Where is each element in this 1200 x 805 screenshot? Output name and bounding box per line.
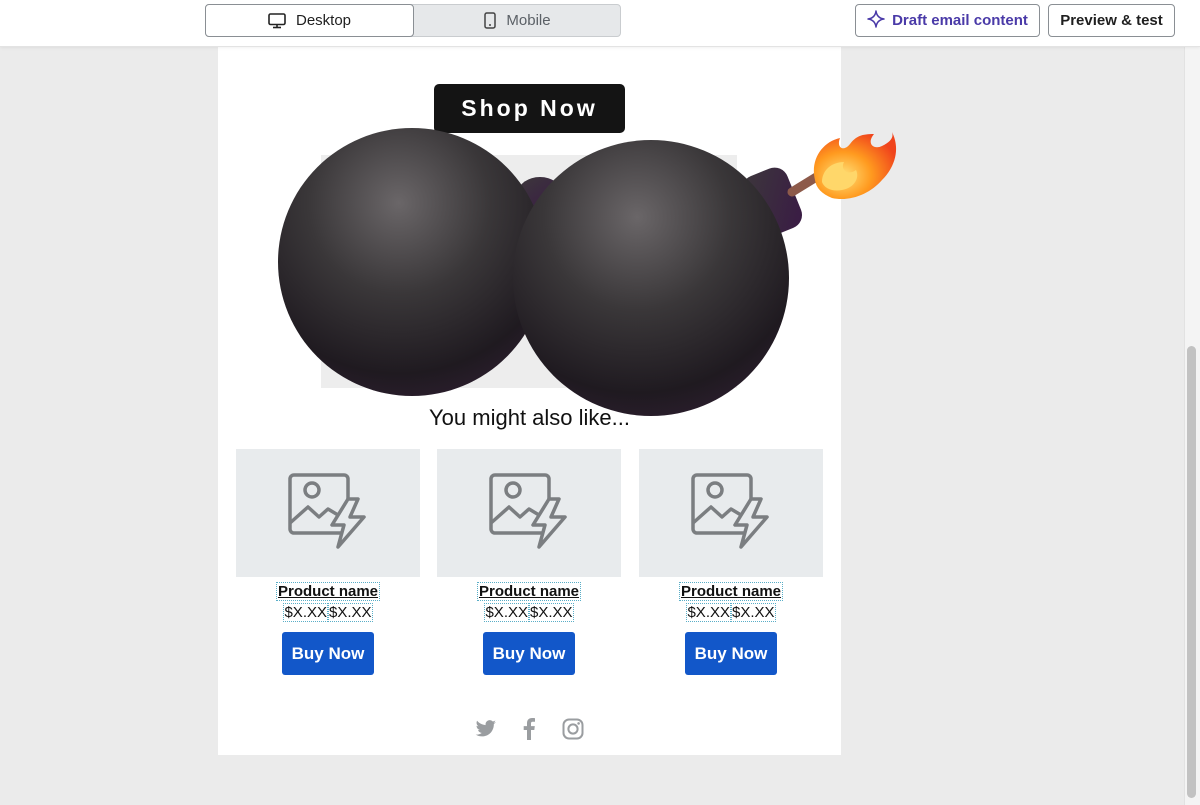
product-image-placeholder[interactable]	[437, 449, 621, 577]
product-compare-price: $X.XX	[731, 603, 776, 622]
mobile-label: Mobile	[506, 12, 551, 29]
desktop-label: Desktop	[295, 12, 352, 29]
instagram-icon[interactable]	[561, 716, 585, 742]
buy-now-button[interactable]: Buy Now	[685, 632, 777, 675]
scrollbar-thumb[interactable]	[1187, 346, 1196, 798]
product-name-text[interactable]: Product name	[678, 582, 784, 601]
product-price: $X.XX	[283, 603, 328, 622]
preview-and-test-button[interactable]: Preview & test	[1048, 4, 1175, 37]
product-prices: $X.XX $X.XX	[639, 603, 823, 622]
buy-now-button[interactable]: Buy Now	[483, 632, 575, 675]
mobile-view-button[interactable]: Mobile	[414, 4, 621, 37]
desktop-icon	[268, 12, 286, 29]
product-name-text[interactable]: Product name	[275, 582, 381, 601]
product-compare-price: $X.XX	[529, 603, 574, 622]
sparkle-icon	[867, 9, 885, 32]
twitter-icon[interactable]	[474, 716, 498, 742]
product-image-placeholder[interactable]	[639, 449, 823, 577]
buy-now-button[interactable]: Buy Now	[282, 632, 374, 675]
desktop-view-button[interactable]: Desktop	[205, 4, 414, 37]
draft-email-content-button[interactable]: Draft email content	[855, 4, 1040, 37]
product-name[interactable]: Product name	[437, 582, 621, 601]
product-name[interactable]: Product name	[639, 582, 823, 601]
device-toggle: Desktop Mobile	[205, 4, 621, 37]
recommendations-title: You might also like...	[429, 405, 630, 430]
mobile-icon	[484, 12, 497, 29]
image-placeholder-icon	[689, 469, 773, 558]
product-name[interactable]: Product name	[236, 582, 420, 601]
product-prices: $X.XX $X.XX	[437, 603, 621, 622]
image-placeholder-icon	[286, 469, 370, 558]
product-image-placeholder[interactable]	[236, 449, 420, 577]
image-placeholder-icon	[487, 469, 571, 558]
product-name-text[interactable]: Product name	[476, 582, 582, 601]
product-compare-price: $X.XX	[328, 603, 373, 622]
bomb-emoji-image	[278, 128, 897, 416]
product-prices: $X.XX $X.XX	[236, 603, 420, 622]
editor-toolbar: Desktop Mobile Draft email content Previ…	[0, 0, 1200, 47]
draft-email-content-label: Draft email content	[892, 12, 1028, 29]
product-price: $X.XX	[686, 603, 731, 622]
product-price: $X.XX	[484, 603, 529, 622]
preview-and-test-label: Preview & test	[1060, 12, 1163, 29]
facebook-icon[interactable]	[520, 716, 538, 742]
